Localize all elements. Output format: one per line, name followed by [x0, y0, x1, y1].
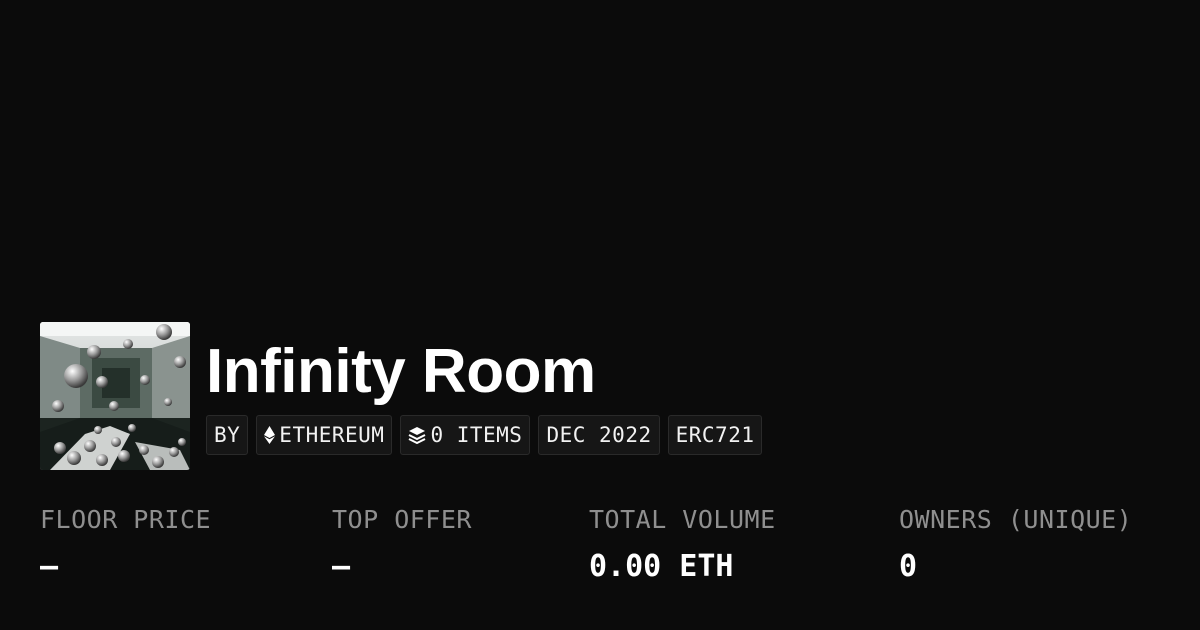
token-standard-label: ERC721: [675, 423, 755, 447]
layers-icon: [408, 426, 426, 444]
top-offer-label: TOP OFFER: [332, 505, 472, 534]
collection-badges: BY ETHEREUM 0 ITEMS DEC 2022 ERC721: [206, 415, 763, 455]
owners-label: OWNERS (UNIQUE): [899, 505, 1133, 534]
top-offer-stat: TOP OFFER –: [332, 505, 472, 584]
total-volume-label: TOTAL VOLUME: [589, 505, 776, 534]
token-standard-badge: ERC721: [667, 415, 763, 455]
total-volume-stat: TOTAL VOLUME 0.00 ETH: [589, 505, 776, 584]
floor-price-value: –: [40, 549, 59, 584]
date-badge-label: DEC 2022: [546, 423, 652, 447]
date-badge: DEC 2022: [538, 415, 660, 455]
creator-badge[interactable]: BY: [206, 415, 249, 455]
chain-badge-label: ETHEREUM: [279, 423, 385, 447]
owners-stat: OWNERS (UNIQUE) 0: [899, 505, 1132, 584]
owners-value: 0: [899, 549, 918, 584]
total-volume-value: 0.00 ETH: [589, 549, 734, 584]
infinity-room-artwork-image: [40, 322, 190, 470]
creator-badge-label: BY: [214, 423, 241, 447]
collection-title: Infinity Room: [206, 337, 596, 406]
ethereum-icon: [264, 426, 276, 444]
floor-price-label: FLOOR PRICE: [40, 505, 212, 534]
top-offer-value: –: [332, 549, 351, 584]
floor-price-stat: FLOOR PRICE –: [40, 505, 211, 584]
collection-thumbnail: [40, 322, 190, 470]
items-badge-label: 0 ITEMS: [430, 423, 523, 447]
chain-badge[interactable]: ETHEREUM: [256, 415, 393, 455]
collection-card: Infinity Room BY ETHEREUM 0 ITEMS DEC 20…: [0, 0, 1200, 630]
items-badge[interactable]: 0 ITEMS: [400, 415, 531, 455]
